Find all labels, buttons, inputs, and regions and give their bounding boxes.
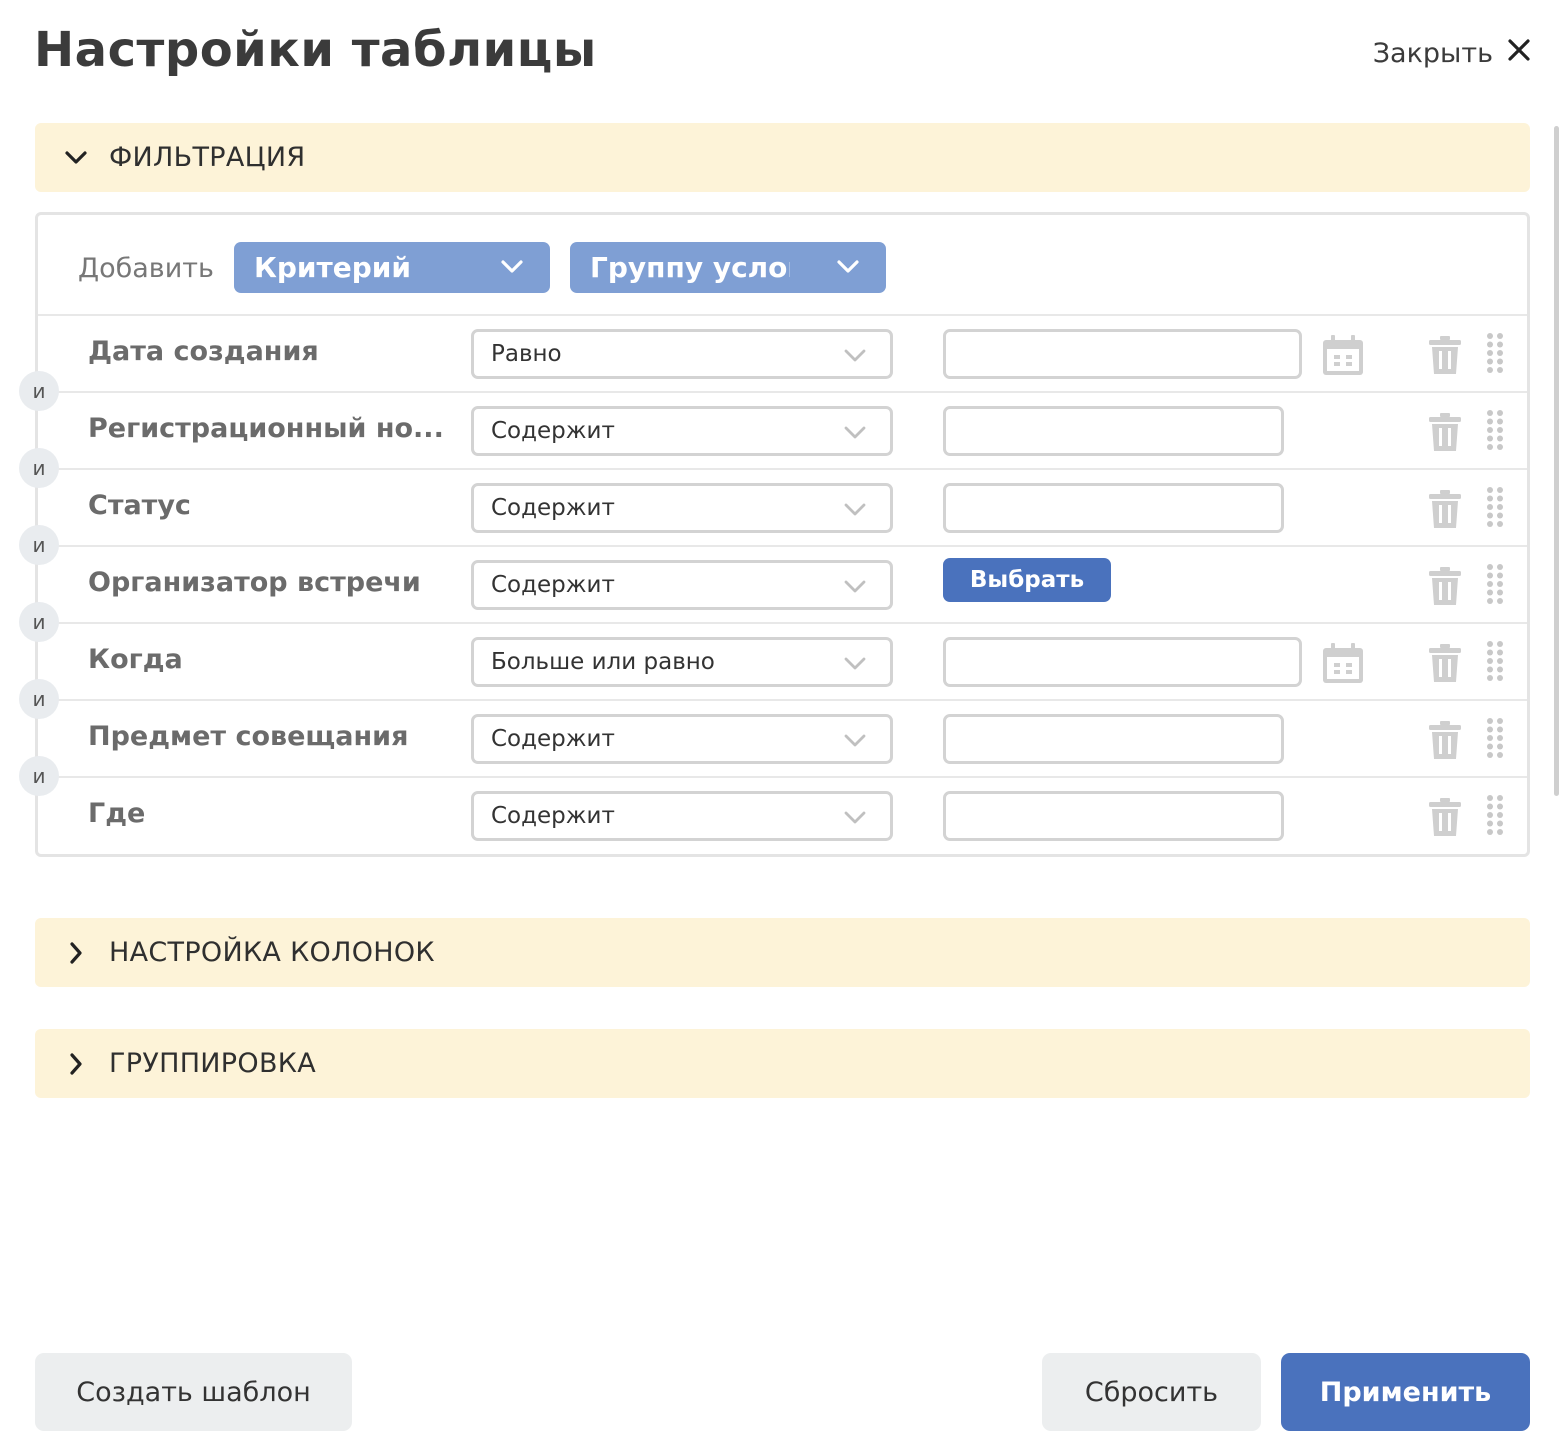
close-button[interactable]: Закрыть — [1373, 38, 1531, 69]
drag-handle-icon[interactable] — [1486, 794, 1504, 836]
operator-value: Равно — [491, 341, 562, 367]
criteria-row: Когда Больше или равно — [38, 624, 1527, 701]
add-group-dropdown[interactable]: Группу условий — [570, 242, 886, 293]
chevron-down-icon — [844, 349, 866, 362]
criteria-row: Организатор встречи Содержит Выбрать — [38, 547, 1527, 624]
and-connector-badge[interactable]: И — [19, 448, 59, 488]
drag-handle-icon[interactable] — [1486, 486, 1504, 528]
chevron-down-icon — [844, 580, 866, 593]
operator-value: Больше или равно — [491, 649, 715, 675]
text-value-input[interactable] — [943, 791, 1284, 841]
and-connector-badge[interactable]: И — [19, 525, 59, 565]
and-connector-badge[interactable]: И — [19, 602, 59, 642]
section-filter-label: ФИЛЬТРАЦИЯ — [109, 142, 306, 173]
chevron-down-icon — [501, 260, 523, 273]
and-connector-badge[interactable]: И — [19, 679, 59, 719]
criteria-field-name: Предмет совещания — [88, 721, 409, 752]
date-value-input[interactable] — [943, 329, 1302, 379]
chevron-down-icon — [844, 811, 866, 824]
chevron-down-icon — [844, 657, 866, 670]
trash-icon[interactable] — [1428, 566, 1462, 606]
drag-handle-icon[interactable] — [1486, 332, 1504, 374]
operator-select[interactable]: Равно — [471, 329, 893, 379]
trash-icon[interactable] — [1428, 797, 1462, 837]
chevron-down-icon — [837, 260, 859, 273]
trash-icon[interactable] — [1428, 335, 1462, 375]
drag-handle-icon[interactable] — [1486, 717, 1504, 759]
add-criterion-label: Критерий — [254, 251, 412, 284]
and-connector-badge[interactable]: И — [19, 371, 59, 411]
operator-select[interactable]: Содержит — [471, 560, 893, 610]
operator-select[interactable]: Содержит — [471, 483, 893, 533]
criteria-field-name: Регистрационный но... — [88, 413, 444, 444]
calendar-icon[interactable] — [1322, 642, 1364, 684]
add-group-label: Группу условий — [590, 251, 790, 284]
text-value-input[interactable] — [943, 483, 1284, 533]
apply-button[interactable]: Применить — [1281, 1353, 1530, 1431]
add-criterion-dropdown[interactable]: Критерий — [234, 242, 550, 293]
criteria-row: Регистрационный но... Содержит — [38, 393, 1527, 470]
add-label: Добавить — [78, 253, 214, 284]
operator-value: Содержит — [491, 726, 615, 752]
chevron-right-icon — [65, 1052, 87, 1075]
trash-icon[interactable] — [1428, 720, 1462, 760]
criteria-field-name: Где — [88, 798, 146, 829]
operator-value: Содержит — [491, 495, 615, 521]
trash-icon[interactable] — [1428, 489, 1462, 529]
calendar-icon[interactable] — [1322, 334, 1364, 376]
chevron-down-icon — [844, 734, 866, 747]
operator-value: Содержит — [491, 803, 615, 829]
scrollbar[interactable] — [1554, 126, 1559, 796]
choose-button[interactable]: Выбрать — [943, 558, 1111, 602]
section-columns-label: НАСТРОЙКА КОЛОНОК — [109, 937, 435, 968]
chevron-down-icon — [65, 147, 87, 169]
section-filter-header[interactable]: ФИЛЬТРАЦИЯ — [35, 123, 1530, 192]
operator-value: Содержит — [491, 418, 615, 444]
operator-value: Содержит — [491, 572, 615, 598]
section-grouping-header[interactable]: ГРУППИРОВКА — [35, 1029, 1530, 1098]
criteria-row: Статус Содержит — [38, 470, 1527, 547]
operator-select[interactable]: Содержит — [471, 406, 893, 456]
text-value-input[interactable] — [943, 714, 1284, 764]
criteria-field-name: Когда — [88, 644, 183, 675]
text-value-input[interactable] — [943, 406, 1284, 456]
drag-handle-icon[interactable] — [1486, 563, 1504, 605]
trash-icon[interactable] — [1428, 643, 1462, 683]
criteria-row: Предмет совещания Содержит — [38, 701, 1527, 778]
criteria-row: Дата создания Равно — [38, 316, 1527, 393]
operator-select[interactable]: Больше или равно — [471, 637, 893, 687]
section-columns-header[interactable]: НАСТРОЙКА КОЛОНОК — [35, 918, 1530, 987]
date-value-input[interactable] — [943, 637, 1302, 687]
create-template-button[interactable]: Создать шаблон — [35, 1353, 352, 1431]
reset-button[interactable]: Сбросить — [1042, 1353, 1261, 1431]
criteria-field-name: Организатор встречи — [88, 567, 421, 598]
and-connector-badge[interactable]: И — [19, 756, 59, 796]
section-grouping-label: ГРУППИРОВКА — [109, 1048, 316, 1079]
drag-handle-icon[interactable] — [1486, 409, 1504, 451]
criteria-field-name: Статус — [88, 490, 191, 521]
chevron-down-icon — [844, 426, 866, 439]
criteria-row: Где Содержит — [38, 778, 1527, 855]
filter-panel: Добавить Критерий Группу условий Дата со… — [19, 212, 1530, 857]
trash-icon[interactable] — [1428, 412, 1462, 452]
drag-handle-icon[interactable] — [1486, 640, 1504, 682]
close-icon — [1507, 38, 1531, 69]
operator-select[interactable]: Содержит — [471, 791, 893, 841]
add-criteria-bar: Добавить Критерий Группу условий — [38, 215, 1527, 316]
dialog-title: Настройки таблицы — [34, 22, 597, 78]
chevron-down-icon — [844, 503, 866, 516]
criteria-field-name: Дата создания — [88, 336, 319, 367]
operator-select[interactable]: Содержит — [471, 714, 893, 764]
chevron-right-icon — [65, 941, 87, 964]
close-label: Закрыть — [1372, 38, 1493, 69]
